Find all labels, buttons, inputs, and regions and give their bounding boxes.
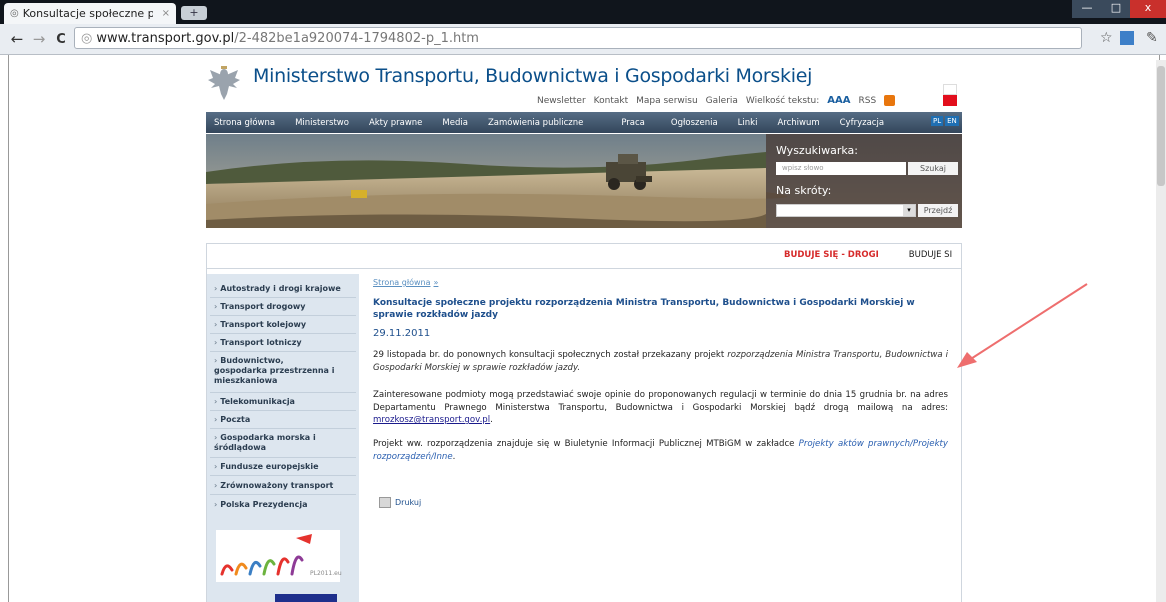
sidebar-divider: [210, 457, 356, 458]
print-link[interactable]: Drukuj: [379, 497, 421, 508]
newsletter-link[interactable]: Newsletter: [537, 96, 586, 106]
print-label: Drukuj: [395, 498, 422, 507]
shortcuts-go-button[interactable]: Przejdź: [918, 204, 958, 217]
article-paragraph-3: Projekt ww. rozporządzenia znajduje się …: [373, 438, 948, 463]
sidebar-item-maritime[interactable]: › Gospodarka morska i śródlądowa: [214, 433, 349, 453]
sidebar-item-air-transport[interactable]: › Transport lotniczy: [214, 338, 358, 348]
tab-title: Konsultacje społeczne proje: [22, 7, 153, 20]
article-title: Konsultacje społeczne projektu rozporząd…: [373, 298, 915, 320]
browser-tab[interactable]: ◎ Konsultacje społeczne proje ×: [4, 3, 176, 24]
article-paragraph-2: Zainteresowane podmioty mogą przedstawia…: [373, 389, 948, 427]
maximize-button[interactable]: □: [1102, 0, 1130, 18]
shortcuts-title: Na skróty:: [776, 184, 832, 197]
page-favicon-icon: ◎: [10, 8, 19, 19]
email-link[interactable]: mrozkosz@transport.gov.pl: [373, 415, 490, 425]
breadcrumb-home-link[interactable]: Strona główna: [373, 278, 431, 287]
url-path: /2-482be1a920074-1794802-p_1.htm: [234, 31, 479, 46]
eu-flag-banner[interactable]: [275, 594, 337, 602]
rss-icon[interactable]: [884, 95, 896, 106]
sidebar-divider: [210, 351, 356, 352]
paragraph-text: .: [452, 451, 456, 462]
sidebar-divider: [210, 315, 356, 316]
site-map-link[interactable]: Mapa serwisu: [636, 96, 698, 106]
ticker-item-next[interactable]: BUDUJE SI: [909, 250, 952, 260]
close-window-button[interactable]: x: [1130, 0, 1166, 18]
lang-pl-button[interactable]: PL: [931, 116, 944, 126]
sidebar-item-rail-transport[interactable]: › Transport kolejowy: [214, 320, 358, 330]
back-button[interactable]: ←: [6, 30, 28, 48]
globe-icon: ◎: [81, 31, 93, 46]
paragraph-text: Projekt ww. rozporządzenia znajduje się …: [373, 439, 799, 449]
sidebar-item-eu-funds[interactable]: › Fundusze europejskie: [214, 462, 358, 472]
kontakt-link[interactable]: Kontakt: [594, 96, 628, 106]
forward-button[interactable]: →: [28, 30, 50, 48]
sidebar-item-post[interactable]: › Poczta: [214, 415, 358, 425]
sidebar-divider: [210, 297, 356, 298]
minimize-button[interactable]: —: [1072, 0, 1102, 18]
article-paragraph-1: 29 listopada br. do ponownych konsultacj…: [373, 349, 948, 374]
menu-item-jobs[interactable]: Praca: [611, 118, 661, 128]
presidency-logo-text: PL2011.eu: [310, 570, 342, 577]
sidebar-divider: [210, 494, 356, 495]
breadcrumb-separator: »: [433, 278, 439, 287]
red-arrow-annotation: [957, 283, 1088, 368]
sidebar-divider: [210, 410, 356, 411]
rss-link[interactable]: RSS: [859, 96, 877, 106]
paragraph-text: 29 listopada br. do ponownych konsultacj…: [373, 350, 728, 360]
sidebar-divider: [210, 428, 356, 429]
search-input[interactable]: wpisz słowo: [776, 162, 906, 175]
article-date: 29.11.2011: [373, 328, 431, 339]
main-menu: Strona główna Ministerstwo Akty prawne M…: [206, 112, 962, 133]
sidebar-divider: [210, 333, 356, 334]
chevron-down-icon: ▾: [903, 205, 915, 216]
search-title: Wyszukiwarka:: [776, 144, 858, 157]
menu-item-legal-acts[interactable]: Akty prawne: [359, 118, 432, 128]
bookmark-star-icon[interactable]: ☆: [1100, 30, 1113, 46]
sidebar-item-presidency[interactable]: › Polska Prezydencja: [214, 500, 358, 510]
menu-item-archive[interactable]: Archiwum: [767, 118, 829, 128]
sidebar-item-road-transport[interactable]: › Transport drogowy: [214, 302, 358, 312]
sidebar-divider: [210, 392, 356, 393]
lang-en-button[interactable]: EN: [945, 116, 959, 126]
breadcrumb: Strona główna»: [373, 278, 438, 287]
top-links: Newsletter Kontakt Mapa serwisu Galeria …: [537, 95, 896, 106]
text-size-buttons[interactable]: AAA: [827, 95, 850, 106]
shortcuts-select[interactable]: ▾: [776, 204, 916, 217]
text-size-label: Wielkość tekstu:: [745, 95, 820, 106]
eagle-emblem-icon[interactable]: [207, 64, 241, 102]
ticker-item-roads[interactable]: BUDUJE SIĘ - DROGI: [784, 250, 879, 260]
ticker-divider: [206, 268, 962, 269]
sidebar-item-sustainable[interactable]: › Zrównoważony transport: [214, 481, 358, 491]
search-button[interactable]: Szukaj: [908, 162, 958, 175]
sidebar-item-motorways[interactable]: › Autostrady i drogi krajowe: [214, 284, 358, 294]
sidebar-item-telecommunication[interactable]: › Telekomunikacja: [214, 397, 358, 407]
new-tab-button[interactable]: +: [181, 6, 207, 20]
polish-flag-icon: [943, 84, 957, 106]
site-title[interactable]: Ministerstwo Transportu, Budownictwa i G…: [253, 65, 812, 87]
menu-item-home[interactable]: Strona główna: [206, 118, 285, 128]
paragraph-text: Zainteresowane podmioty mogą przedstawia…: [373, 390, 948, 413]
url-host: www.transport.gov.pl: [96, 31, 235, 46]
news-ticker[interactable]: BUDUJE SIĘ - DROGI BUDUJE SI: [784, 250, 952, 260]
printer-icon: [379, 497, 391, 508]
sidebar-divider: [210, 475, 356, 476]
presidency-logo[interactable]: PL2011.eu: [216, 530, 342, 582]
reload-button[interactable]: C: [50, 32, 72, 47]
sidebar-item-construction[interactable]: › Budownictwo, gospodarka przestrzenna i …: [214, 356, 339, 386]
menu-item-ministry[interactable]: Ministerstwo: [285, 118, 359, 128]
paragraph-text: .: [490, 415, 493, 426]
menu-item-media[interactable]: Media: [432, 118, 478, 128]
scrollbar-thumb[interactable]: [1157, 66, 1165, 186]
wrench-icon[interactable]: ✎: [1146, 30, 1158, 46]
address-bar[interactable]: ◎ www.transport.gov.pl/2-482be1a920074-17…: [74, 27, 1082, 49]
menu-item-links[interactable]: Linki: [728, 118, 768, 128]
tab-close-icon[interactable]: ×: [162, 8, 170, 19]
gallery-link[interactable]: Galeria: [706, 96, 738, 106]
language-switch: PL EN: [931, 116, 959, 126]
extension-icon[interactable]: [1120, 31, 1134, 45]
menu-item-digitization[interactable]: Cyfryzacja: [830, 118, 894, 128]
menu-item-announcements[interactable]: Ogłoszenia: [661, 118, 728, 128]
menu-item-public-procurement[interactable]: Zamówienia publiczne: [478, 118, 611, 128]
